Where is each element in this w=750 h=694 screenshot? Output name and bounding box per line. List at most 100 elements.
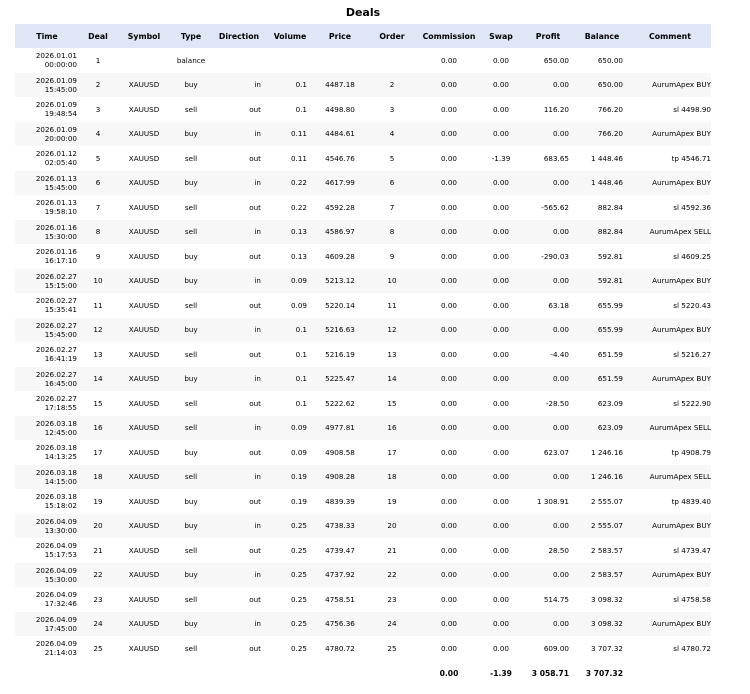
total-balance: 3 707.32 [575, 660, 629, 687]
cell-order: 4 [367, 121, 417, 146]
cell-swap: 0.00 [492, 251, 509, 261]
cell-date: 2026.03.18 [35, 443, 77, 453]
column-header-symbol[interactable]: Symbol [117, 24, 171, 48]
cell-price: 5220.14 [325, 300, 355, 310]
cell-symbol: XAUUSD [128, 300, 160, 310]
table-row[interactable]: 2026.04.09 13:30:00 20 XAUUSD buy in 0.25 4738.… [15, 513, 711, 538]
table-row[interactable]: 2026.04.09 17:45:00 24 XAUUSD buy in 0.25 4756.… [15, 611, 711, 636]
cell-profit: 0.00 [521, 219, 575, 244]
cell-direction: out [249, 202, 261, 212]
column-header-price[interactable]: Price [313, 24, 367, 48]
table-row[interactable]: 2026.01.16 15:30:00 8 XAUUSD sell in 0.13 4586.… [15, 219, 711, 244]
table-row[interactable]: 2026.02.27 16:45:00 14 XAUUSD buy in 0.1 5225.4… [15, 366, 711, 391]
cell-clock: 15:15:00 [44, 280, 77, 290]
table-row[interactable]: 2026.04.09 15:17:53 21 XAUUSD sell out 0.25 473… [15, 538, 711, 563]
cell-swap: 0.00 [481, 72, 521, 97]
cell-symbol: XAUUSD [128, 643, 160, 653]
cell-date: 2026.04.09 [35, 590, 77, 600]
table-row[interactable]: 2026.02.27 15:45:00 12 XAUUSD buy in 0.1 5216.6… [15, 317, 711, 342]
cell-date: 2026.02.27 [35, 320, 77, 330]
cell-balance: 882.84 [575, 219, 629, 244]
cell-deal: 1 [95, 55, 101, 65]
cell-swap: 0.00 [492, 643, 509, 653]
cell-date: 2026.01.09 [35, 124, 77, 134]
table-row[interactable]: 2026.01.09 19:48:54 3 XAUUSD sell out 0.1 4498.… [15, 97, 711, 122]
table-row[interactable]: 2026.02.27 16:41:19 13 XAUUSD sell out 0.1 5216… [15, 342, 711, 367]
cell-type: sell [184, 104, 198, 114]
cell-direction: out [249, 594, 261, 604]
table-row[interactable]: 2026.04.09 17:32:46 23 XAUUSD sell out 0.25 475… [15, 587, 711, 612]
cell-time: 2026.03.18 14:13:25 [15, 440, 79, 465]
cell-price: 4487.18 [313, 72, 367, 97]
table-row[interactable]: 2026.03.18 15:18:02 19 XAUUSD buy out 0.19 4839… [15, 489, 711, 514]
cell-commission: 0.00 [440, 594, 457, 604]
cell-symbol: XAUUSD [128, 398, 160, 408]
column-header-volume[interactable]: Volume [267, 24, 313, 48]
table-row[interactable]: 2026.01.13 15:45:00 6 XAUUSD buy in 0.22 4617.9… [15, 170, 711, 195]
column-header-balance[interactable]: Balance [575, 24, 629, 48]
column-header-order[interactable]: Order [367, 24, 417, 48]
column-header-swap[interactable]: Swap [481, 24, 521, 48]
cell-symbol: XAUUSD [117, 464, 171, 489]
cell-balance: 1 448.46 [575, 170, 629, 195]
cell-deal: 18 [79, 464, 117, 489]
cell-comment: AurumApex BUY [629, 317, 711, 342]
table-row[interactable]: 2026.03.18 12:45:00 16 XAUUSD sell in 0.09 4977… [15, 415, 711, 440]
cell-volume: 0.09 [267, 415, 313, 440]
cell-comment: AurumApex BUY [629, 611, 711, 636]
table-row[interactable]: 2026.01.16 16:17:10 9 XAUUSD buy out 0.13 4609.… [15, 244, 711, 269]
cell-deal: 7 [95, 202, 101, 212]
table-row[interactable]: 2026.01.09 15:45:00 2 XAUUSD buy in 0.1 4487.18… [15, 72, 711, 97]
cell-price: 4977.81 [313, 415, 367, 440]
column-header-comment[interactable]: Comment [629, 24, 711, 48]
cell-date: 2026.01.16 [35, 247, 77, 257]
cell-deal: 12 [79, 317, 117, 342]
cell-commission: 0.00 [417, 513, 481, 538]
table-row[interactable]: 2026.04.09 15:30:00 22 XAUUSD buy in 0.25 4737.… [15, 562, 711, 587]
cell-volume: 0.13 [267, 219, 313, 244]
table-row[interactable]: 2026.02.27 15:35:41 11 XAUUSD sell out 0.09 522… [15, 293, 711, 318]
table-row[interactable]: 2026.04.09 21:14:03 25 XAUUSD sell out 0.25 478… [15, 636, 711, 661]
cell-order: 18 [367, 464, 417, 489]
column-header-direction[interactable]: Direction [211, 24, 267, 48]
cell-price [313, 48, 367, 73]
table-row[interactable]: 2026.03.18 14:13:25 17 XAUUSD buy out 0.09 4908… [15, 440, 711, 465]
cell-comment: sl 5220.43 [673, 300, 711, 310]
cell-clock: 20:00:00 [44, 133, 77, 143]
cell-date: 2026.01.12 [35, 149, 77, 159]
cell-clock: 21:14:03 [44, 648, 77, 658]
cell-deal: 23 [93, 594, 103, 604]
table-row[interactable]: 2026.01.09 20:00:00 4 XAUUSD buy in 0.11 4484.6… [15, 121, 711, 146]
cell-comment: AurumApex BUY [629, 72, 711, 97]
cell-comment: AurumApex BUY [629, 121, 711, 146]
cell-profit: 650.00 [543, 55, 569, 65]
cell-type: buy [171, 268, 211, 293]
cell-type: balance [176, 55, 206, 65]
cell-balance: 623.09 [597, 398, 623, 408]
column-header-type[interactable]: Type [171, 24, 211, 48]
cell-volume: 0.22 [267, 170, 313, 195]
cell-order: 6 [367, 170, 417, 195]
cell-clock: 15:45:00 [44, 329, 77, 339]
cell-time: 2026.01.09 20:00:00 [15, 121, 79, 146]
cell-deal: 13 [93, 349, 103, 359]
column-header-deal[interactable]: Deal [79, 24, 117, 48]
cell-type: buy [184, 251, 198, 261]
cell-comment: sl 5216.27 [673, 349, 711, 359]
cell-clock: 15:30:00 [44, 231, 77, 241]
table-row[interactable]: 2026.02.27 15:15:00 10 XAUUSD buy in 0.09 5213.… [15, 268, 711, 293]
column-header-commission[interactable]: Commission [417, 24, 481, 48]
cell-clock: 14:15:00 [44, 476, 77, 486]
table-row[interactable]: 2026.01.13 19:58:10 7 XAUUSD sell out 0.22 4592… [15, 195, 711, 220]
table-row[interactable]: 2026.01.12 02:05:40 5 XAUUSD sell out 0.11 4546… [15, 146, 711, 171]
cell-order: 19 [387, 496, 397, 506]
cell-profit: 63.18 [548, 300, 569, 310]
cell-deal: 3 [95, 104, 101, 114]
cell-order: 21 [387, 545, 397, 555]
cell-direction: out [249, 447, 261, 457]
column-header-profit[interactable]: Profit [521, 24, 575, 48]
table-row[interactable]: 2026.01.01 00:00:00 1 balance 0.00 0.00 650.00… [15, 48, 711, 73]
table-row[interactable]: 2026.03.18 14:15:00 18 XAUUSD sell in 0.19 4908… [15, 464, 711, 489]
table-row[interactable]: 2026.02.27 17:18:55 15 XAUUSD sell out 0.1 5222… [15, 391, 711, 416]
column-header-time[interactable]: Time [15, 24, 79, 48]
